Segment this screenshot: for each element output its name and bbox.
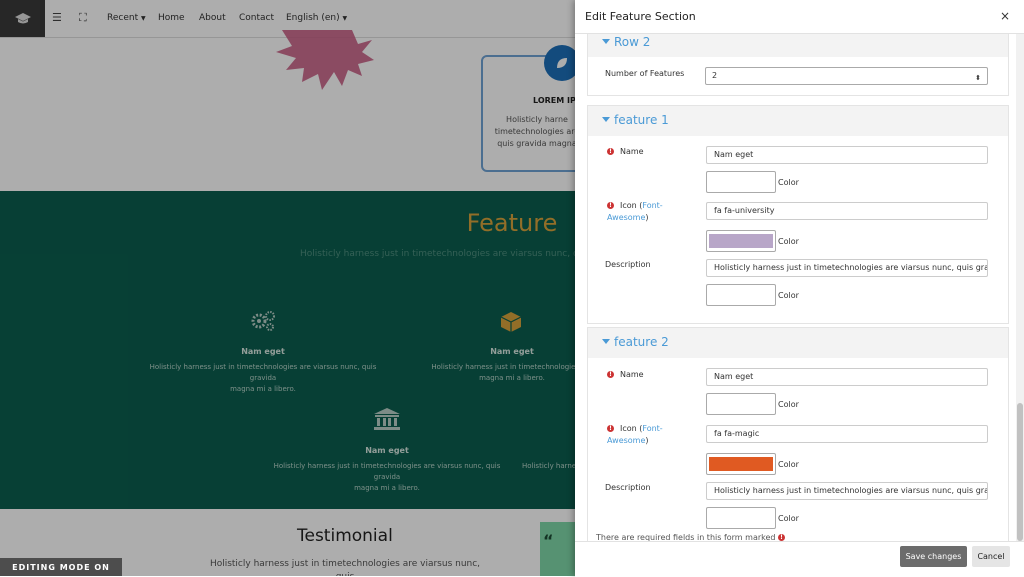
icon-label-suffix: ) [645, 213, 649, 222]
required-icon: ! [607, 371, 614, 378]
icon-label: ! Icon (Font-Awesome) [607, 423, 687, 447]
icon-color-swatch [709, 234, 773, 248]
icon-color-swatch [709, 457, 773, 471]
name-color-label: Color [778, 400, 799, 409]
name-color-label: Color [778, 178, 799, 187]
close-button[interactable]: × [1000, 9, 1010, 23]
name-input[interactable]: Nam eget [706, 146, 988, 164]
icon-color-picker[interactable] [706, 230, 776, 252]
feature-2-title: feature 2 [614, 335, 669, 349]
row2-toggle[interactable]: Row 2 [602, 35, 650, 49]
icon-color-picker[interactable] [706, 453, 776, 475]
feature-1-toggle[interactable]: feature 1 [602, 113, 669, 127]
feature-1-section: feature 1 ! Name Nam eget Color ! Icon (Fo… [587, 105, 1009, 324]
save-button[interactable]: Save changes [900, 546, 967, 567]
icon-input[interactable]: fa fa-magic [706, 425, 988, 443]
description-input[interactable]: Holisticly harness just in timetechnolog… [706, 259, 988, 277]
row2-section: Row 2 Number of Features 2 ⬍ [587, 34, 1009, 96]
icon-label: ! Icon (Font-Awesome) [607, 200, 687, 224]
editing-mode-badge[interactable]: EDITING MODE ON [0, 558, 122, 576]
modal-body[interactable]: Row 2 Number of Features 2 ⬍ feature 1 !… [575, 34, 1011, 541]
description-color-swatch [709, 511, 773, 525]
name-label: ! Name [607, 146, 644, 158]
number-of-features-value: 2 [712, 71, 718, 80]
icon-label-suffix: ) [645, 436, 649, 445]
modal-header: Edit Feature Section × [575, 0, 1024, 34]
description-color-label: Color [778, 291, 799, 300]
modal-footer: Save changes Cancel [575, 541, 1024, 577]
required-icon: ! [607, 148, 614, 155]
description-color-picker[interactable] [706, 284, 776, 306]
icon-label-prefix: Icon ( [620, 424, 643, 433]
required-icon: ! [778, 534, 786, 541]
name-color-picker[interactable] [706, 171, 776, 193]
caret-down-icon [602, 39, 610, 44]
name-color-picker[interactable] [706, 393, 776, 415]
icon-color-label: Color [778, 237, 799, 246]
description-color-swatch [709, 288, 773, 302]
row2-section-header[interactable] [588, 34, 1008, 57]
name-label-text: Name [620, 147, 644, 156]
description-color-picker[interactable] [706, 507, 776, 529]
number-of-features-select[interactable]: 2 ⬍ [705, 67, 988, 85]
required-icon: ! [607, 425, 614, 432]
number-of-features-label: Number of Features [605, 69, 685, 78]
name-label: ! Name [607, 369, 644, 381]
icon-color-label: Color [778, 460, 799, 469]
caret-down-icon [602, 339, 610, 344]
feature-2-section: feature 2 ! Name Nam eget Color ! Icon (Fo… [587, 327, 1009, 541]
icon-label-prefix: Icon ( [620, 201, 643, 210]
feature-1-title: feature 1 [614, 113, 669, 127]
modal-backdrop[interactable] [0, 0, 575, 576]
edit-feature-modal: Edit Feature Section × Row 2 Number of F… [575, 0, 1024, 577]
name-color-swatch [709, 397, 773, 411]
description-label: Description [605, 483, 651, 492]
required-icon: ! [607, 202, 614, 209]
modal-title: Edit Feature Section [585, 10, 696, 23]
cancel-button[interactable]: Cancel [972, 546, 1010, 567]
row2-title: Row 2 [614, 35, 651, 49]
icon-input[interactable]: fa fa-university [706, 202, 988, 220]
caret-down-icon [602, 117, 610, 122]
select-arrows-icon: ⬍ [975, 74, 981, 82]
description-label: Description [605, 260, 651, 269]
description-color-label: Color [778, 514, 799, 523]
name-label-text: Name [620, 370, 644, 379]
description-input[interactable]: Holisticly harness just in timetechnolog… [706, 482, 988, 500]
name-input[interactable]: Nam eget [706, 368, 988, 386]
feature-2-toggle[interactable]: feature 2 [602, 335, 669, 349]
name-color-swatch [709, 175, 773, 189]
modal-scrollbar-thumb[interactable] [1017, 403, 1023, 541]
